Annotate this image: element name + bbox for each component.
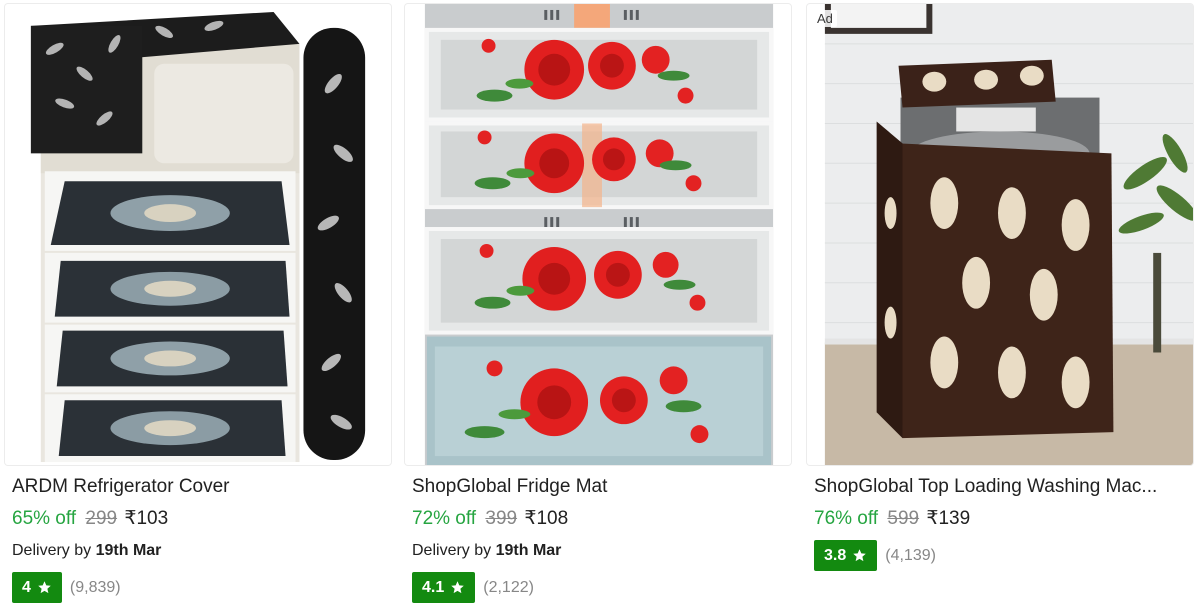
original-price: 399 (485, 508, 518, 529)
price-row: 72% off 399 ₹108 (412, 507, 568, 530)
product-title[interactable]: ARDM Refrigerator Cover (12, 476, 392, 498)
rating-count: (4,139) (885, 546, 936, 564)
sale-price: ₹139 (926, 508, 971, 529)
rating-row: 4 (9,839) (12, 572, 121, 603)
sale-price: ₹108 (524, 508, 569, 529)
discount-label: 72% off (412, 508, 477, 529)
price-row: 65% off 299 ₹103 (12, 507, 168, 530)
delivery-info: Delivery by 19th Mar (412, 542, 561, 560)
rating-row: 4.1 (2,122) (412, 572, 534, 603)
product-image[interactable]: Ad (806, 3, 1194, 466)
product-title[interactable]: ShopGlobal Fridge Mat (412, 476, 792, 498)
delivery-prefix: Delivery by (12, 542, 92, 559)
rating-value: 4 (22, 578, 31, 596)
star-icon (37, 580, 52, 595)
rating-badge: 3.8 (814, 540, 878, 571)
product-title[interactable]: ShopGlobal Top Loading Washing Mac... (814, 476, 1194, 498)
original-price: 599 (887, 508, 920, 529)
discount-label: 65% off (12, 508, 77, 529)
rating-value: 3.8 (824, 546, 847, 564)
price-row: 76% off 599 ₹139 (814, 507, 970, 530)
star-icon (852, 548, 867, 563)
ad-badge: Ad (813, 10, 837, 27)
product-grid: ARDM Refrigerator Cover 65% off 299 ₹103… (0, 0, 1200, 612)
rating-count: (2,122) (483, 578, 534, 596)
delivery-date: 19th Mar (495, 542, 562, 559)
original-price: 299 (85, 508, 118, 529)
rating-value: 4.1 (422, 578, 445, 596)
rating-badge: 4 (12, 572, 62, 603)
star-icon (450, 580, 465, 595)
product-image[interactable] (404, 3, 792, 466)
discount-label: 76% off (814, 508, 879, 529)
product-card-refrigerator-cover[interactable]: ARDM Refrigerator Cover 65% off 299 ₹103… (4, 0, 400, 612)
product-card-fridge-mat[interactable]: ShopGlobal Fridge Mat 72% off 399 ₹108 D… (404, 0, 800, 612)
product-card-washing-machine-cover[interactable]: Ad ShopGlobal Top Loading Washing Mac...… (806, 0, 1200, 612)
rating-badge: 4.1 (412, 572, 476, 603)
product-image[interactable] (4, 3, 392, 466)
sale-price: ₹103 (124, 508, 169, 529)
delivery-prefix: Delivery by (412, 542, 492, 559)
rating-count: (9,839) (69, 578, 121, 596)
rating-row: 3.8 (4,139) (814, 540, 936, 571)
delivery-info: Delivery by 19th Mar (12, 542, 161, 560)
delivery-date: 19th Mar (95, 542, 162, 559)
